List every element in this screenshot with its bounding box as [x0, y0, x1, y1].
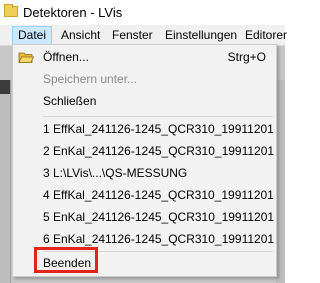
child-window-edge-right [276, 80, 285, 283]
menu-editorer[interactable]: Editorer [240, 27, 292, 43]
file-menu-dropdown: Öffnen... Strg+O Speichern unter... Schl… [12, 44, 277, 277]
child-window-tab [0, 80, 10, 94]
menu-item-close[interactable]: Schließen [43, 91, 96, 111]
menu-einstellungen[interactable]: Einstellungen [160, 27, 242, 43]
child-window-edge-left [0, 80, 11, 283]
menu-item-open[interactable]: Öffnen... [43, 47, 89, 67]
menu-fenster[interactable]: Fenster [107, 27, 158, 43]
highlight-annotation [34, 247, 98, 273]
menu-ansicht[interactable]: Ansicht [56, 27, 105, 43]
window-title: Detektoren - LVis [23, 5, 123, 20]
shortcut-open: Strg+O [227, 50, 266, 64]
open-folder-icon [18, 52, 34, 63]
recent-file-3[interactable]: 3 L:\LVis\...\QS-MESSUNG [43, 163, 187, 183]
title-bar: Detektoren - LVis [0, 0, 285, 26]
recent-file-2[interactable]: 2 EnKal_241126-1245_QCR310_19911201 [43, 141, 274, 161]
app-folder-icon [4, 4, 18, 17]
recent-file-5[interactable]: 5 EnKal_241126-1245_QCR310_19911201 [43, 207, 274, 227]
recent-file-4[interactable]: 4 EffKal_241126-1245_QCR310_19911201 [43, 185, 274, 205]
icon-gutter [13, 45, 35, 276]
menu-datei[interactable]: Datei [12, 26, 53, 45]
recent-file-6[interactable]: 6 EnKal_241126-1245_QCR310_19911201 [43, 229, 274, 249]
menu-bar: Datei Ansicht Fenster Einstellungen Edit… [0, 25, 287, 46]
menu-separator [43, 116, 273, 117]
menu-item-save-as: Speichern unter... [43, 72, 138, 86]
recent-file-1[interactable]: 1 EffKal_241126-1245_QCR310_19911201 [43, 119, 274, 139]
